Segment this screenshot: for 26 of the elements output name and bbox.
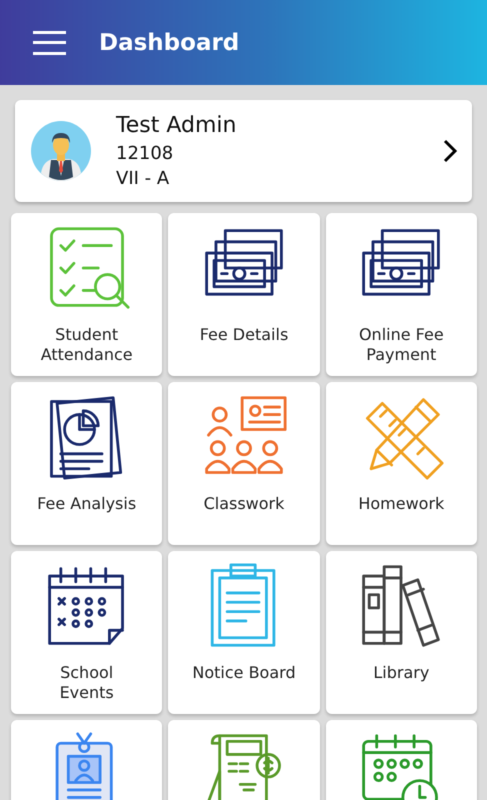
menu-tile[interactable]: Online Fee Payment [326, 213, 477, 376]
tile-label: Library [373, 663, 430, 683]
tile-label: Fee Analysis [37, 494, 136, 514]
profile-name: Test Admin [116, 112, 238, 140]
tile-label: Homework [358, 494, 444, 514]
tile-label: School Events [58, 663, 115, 703]
menu-tile[interactable]: Homework [326, 382, 477, 545]
profile-class: VII - A [116, 167, 170, 191]
profile-id: 12108 [116, 142, 174, 166]
menu-tile[interactable]: Classwork [168, 382, 320, 545]
chevron-right-icon [443, 139, 457, 163]
tile-label: Student Attendance [40, 325, 134, 365]
menu-icon[interactable] [33, 30, 66, 54]
menu-tile[interactable]: Fee Analysis [11, 382, 162, 545]
menu-tile[interactable]: Student Attendance [11, 213, 162, 376]
tile-label: Classwork [204, 494, 284, 514]
menu-tile[interactable]: Notice Board [168, 551, 320, 714]
avatar-icon [31, 121, 91, 181]
app-bar-title: Dashboard [99, 30, 240, 56]
menu-tile[interactable]: Fee Details [168, 213, 320, 376]
profile-card[interactable]: Test Admin 12108 VII - A [15, 100, 472, 202]
menu-tile[interactable]: Library [326, 551, 477, 714]
tile-label: Online Fee Payment [358, 325, 445, 365]
tile-label: Notice Board [192, 663, 296, 683]
menu-tile[interactable]: School Events [11, 551, 162, 714]
tile-label: Fee Details [200, 325, 288, 345]
